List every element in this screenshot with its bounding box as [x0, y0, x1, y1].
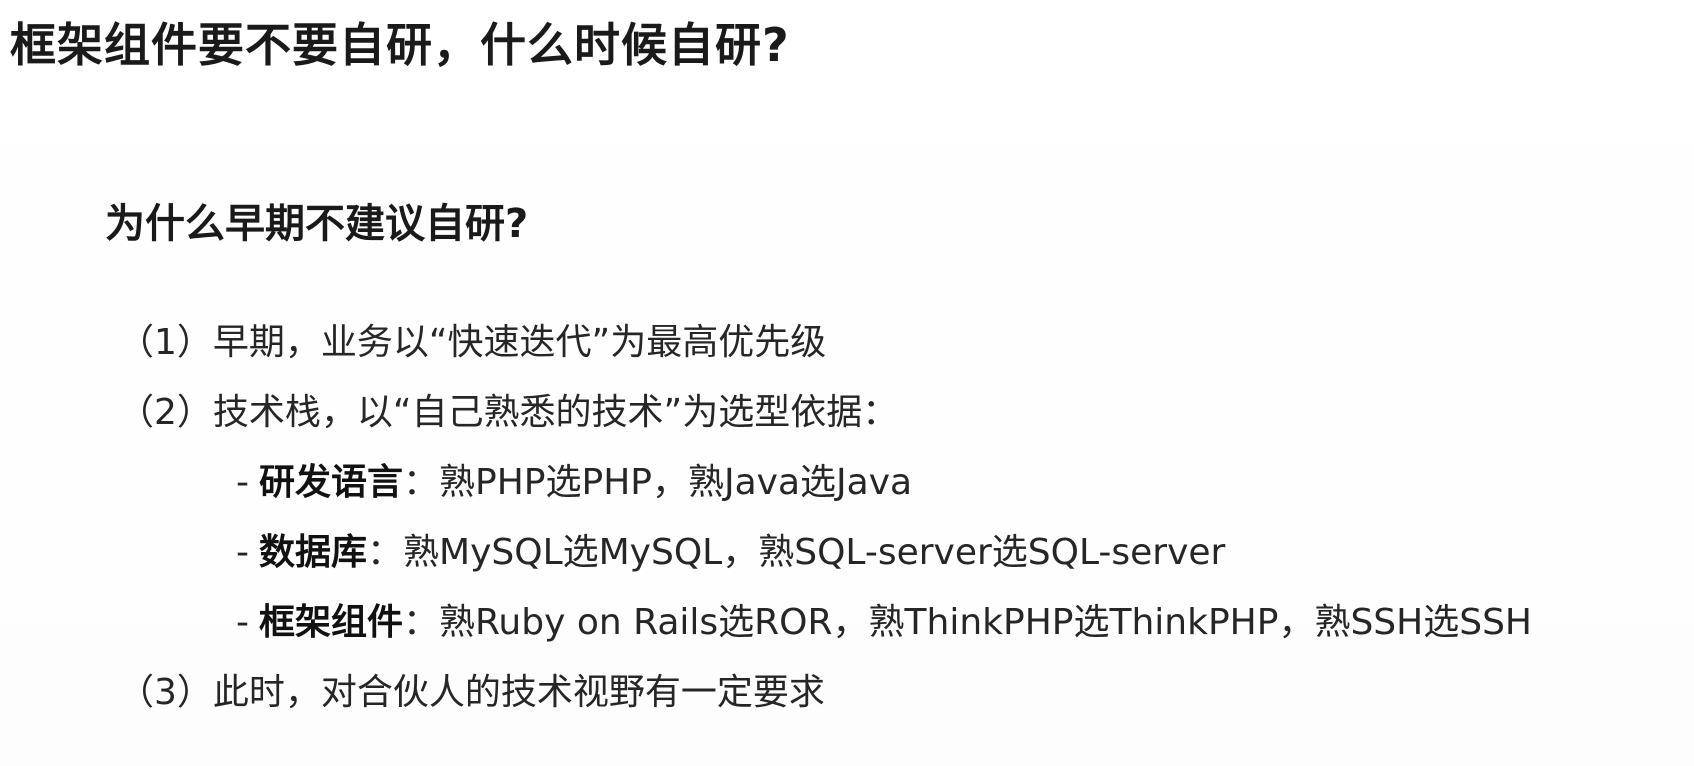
sub-item-value: ：熟MySQL选MySQL，熟SQL-server选SQL-server: [367, 532, 1226, 573]
slide: 框架组件要不要自研，什么时候自研? 为什么早期不建议自研? （1）早期，业务以“…: [0, 0, 1694, 766]
list-item: （3）此时，对合伙人的技术视野有一定要求: [118, 672, 825, 713]
bullet-list: （1）早期，业务以“快速迭代”为最高优先级 （2）技术栈，以“自己熟悉的技术”为…: [118, 308, 1532, 728]
sub-item-key: 数据库: [259, 532, 368, 573]
list-item: （1）早期，业务以“快速迭代”为最高优先级: [118, 322, 827, 363]
dash-marker: -: [236, 532, 249, 573]
section-heading: 为什么早期不建议自研?: [105, 201, 529, 247]
page-title: 框架组件要不要自研，什么时候自研?: [10, 18, 790, 72]
sub-item-value: ：熟PHP选PHP，熟Java选Java: [403, 462, 913, 503]
sub-item-value: ：熟Ruby on Rails选ROR，熟ThinkPHP选ThinkPHP，熟…: [403, 602, 1532, 643]
list-item: （2）技术栈，以“自己熟悉的技术”为选型依据：: [118, 392, 899, 433]
sub-list-item: - 数据库：熟MySQL选MySQL，熟SQL-server选SQL-server: [118, 518, 1532, 588]
dash-marker: -: [236, 602, 249, 643]
sub-list-item: - 研发语言：熟PHP选PHP，熟Java选Java: [118, 448, 1532, 518]
sub-item-key: 框架组件: [259, 602, 404, 643]
sub-item-key: 研发语言: [259, 462, 404, 503]
dash-marker: -: [236, 462, 249, 503]
sub-list-item: - 框架组件：熟Ruby on Rails选ROR，熟ThinkPHP选Think…: [118, 588, 1532, 658]
